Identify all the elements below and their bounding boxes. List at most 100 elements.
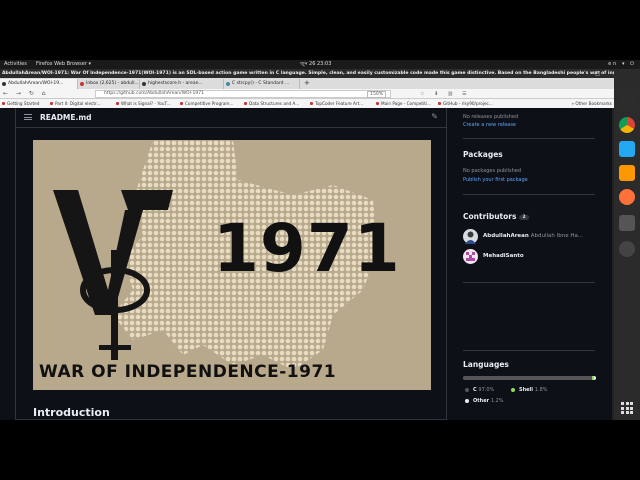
github-icon xyxy=(2,82,6,86)
banner-caption: WAR OF INDEPENDENCE-1971 xyxy=(39,362,337,382)
gnome-top-bar: Activities Firefox Web Browser ▾ জুন 26 … xyxy=(0,60,640,69)
divider xyxy=(463,350,595,351)
bookmark-item[interactable]: GitHub - rlsy90/projec... xyxy=(438,99,493,108)
tab-highestscore[interactable]: highestscore.h - arean... xyxy=(140,79,224,89)
window-title: AbdullahArean/WOI-1971: War Of Independe… xyxy=(0,69,614,78)
grid-dot xyxy=(630,402,633,405)
divider xyxy=(463,138,595,139)
packages-empty-text: No packages published xyxy=(463,168,522,174)
other-bookmarks[interactable]: » Other Bookmarks xyxy=(571,99,612,108)
contributors-count: 2 xyxy=(519,214,529,220)
vscode-icon[interactable] xyxy=(619,141,635,157)
language-percent: 1.2% xyxy=(490,398,504,404)
language-dot-icon xyxy=(465,387,469,392)
bookmark-item[interactable]: Part II: Digital electr... xyxy=(50,99,100,108)
terminal-icon[interactable] xyxy=(619,93,635,109)
gmail-icon xyxy=(80,82,84,86)
bookmark-item[interactable]: Main Page - Competiti... xyxy=(376,99,431,108)
grid-dot xyxy=(625,411,629,414)
tab-label: highestscore.h - arean... xyxy=(148,81,203,86)
language-item[interactable]: C 97.0% xyxy=(465,387,494,393)
contributor-fullname: Abdullah Ibne Ha... xyxy=(530,233,584,239)
bookmark-item[interactable]: Getting Started xyxy=(2,99,39,108)
navigation-bar: ← → ↻ ⌂ https://github.com/AbdullahArean… xyxy=(0,89,614,99)
tab-label: AbdullahArean/WOI-19... xyxy=(8,81,64,86)
avatar[interactable] xyxy=(463,229,478,244)
github-icon xyxy=(142,82,146,86)
ubuntu-icon[interactable] xyxy=(619,241,635,257)
nav-buttons[interactable]: ← → ↻ ⌂ xyxy=(3,89,49,99)
language-bar xyxy=(463,376,596,380)
site-icon xyxy=(226,82,230,86)
zoom-level[interactable]: 150% xyxy=(367,91,386,98)
bookmark-item[interactable]: What is Signal? - YouT... xyxy=(116,99,171,108)
contributor-item[interactable]: AbdullahArean Abdullah Ibne Ha... xyxy=(483,233,583,239)
grid-dot xyxy=(630,406,633,410)
language-bar-segment xyxy=(594,376,596,380)
grid-dot xyxy=(625,406,629,410)
tab-inbox[interactable]: Inbox (2,625) - abdull... xyxy=(78,79,140,89)
bookmark-item[interactable]: TopCoder Feature Art... xyxy=(310,99,363,108)
contributors-title[interactable]: Contributors 2 xyxy=(463,212,529,221)
language-name: Other xyxy=(473,398,491,404)
person-icon xyxy=(465,231,476,244)
show-apps-grid-icon[interactable] xyxy=(621,402,633,414)
publish-package-link[interactable]: Publish your first package xyxy=(463,177,528,183)
avatar[interactable] xyxy=(463,249,478,264)
sublime-icon[interactable] xyxy=(619,165,635,181)
identicon-icon xyxy=(466,252,475,261)
contributor-item[interactable]: MehadiSanto xyxy=(483,253,524,259)
bookmarks-bar: Getting Started Part II: Digital electr.… xyxy=(0,99,614,108)
system-tray[interactable]: en ▾ ⏻ xyxy=(608,60,636,69)
bookmark-item[interactable]: Competitive Program... xyxy=(180,99,233,108)
upload-icon[interactable] xyxy=(619,215,635,231)
outline-list-icon[interactable] xyxy=(24,114,32,120)
language-item[interactable]: Shell 1.8% xyxy=(511,387,547,393)
activities-button[interactable]: Activities xyxy=(4,60,27,69)
bookmark-item[interactable]: Data Structures and A... xyxy=(244,99,299,108)
app-menu[interactable]: Firefox Web Browser ▾ xyxy=(36,60,91,69)
ubuntu-dock xyxy=(614,69,640,420)
url-text: https://github.com/AbdullahArean/WOI-197… xyxy=(104,91,204,96)
url-bar[interactable]: https://github.com/AbdullahArean/WOI-197… xyxy=(95,90,391,98)
tab-label: C strcpy() - C Standard ... xyxy=(232,81,290,86)
releases-empty-text: No releases published xyxy=(463,114,519,120)
grid-dot xyxy=(621,406,624,410)
grid-dot xyxy=(621,402,624,405)
tab-strip: AbdullahArean/WOI-19... Inbox (2,625) - … xyxy=(0,78,614,89)
language-dot-icon xyxy=(511,387,515,392)
desktop-screen: Activities Firefox Web Browser ▾ জুন 26 … xyxy=(0,60,640,420)
repo-sidebar: No releases published Create a new relea… xyxy=(463,108,603,420)
clock[interactable]: জুন 26 23:03 xyxy=(300,60,331,69)
language-percent: 97.0% xyxy=(478,387,495,393)
pencil-edit-icon[interactable]: ✎ xyxy=(431,112,438,121)
language-name: Shell xyxy=(519,387,535,393)
grid-dot xyxy=(630,411,633,414)
tab-label: Inbox (2,625) - abdull... xyxy=(86,81,139,86)
tab-strcpy[interactable]: C strcpy() - C Standard ... xyxy=(224,79,300,89)
game-banner-image: 1971 WAR OF INDEPENDENCE-1971 xyxy=(33,140,431,390)
language-percent: 1.8% xyxy=(534,387,548,393)
language-item[interactable]: Other 1.2% xyxy=(465,398,504,404)
divider xyxy=(463,194,595,195)
readme-filename: README.md xyxy=(40,113,92,122)
introduction-heading: Introduction xyxy=(33,406,110,419)
packages-title[interactable]: Packages xyxy=(463,150,503,159)
readme-panel: README.md ✎ 1971 WAR OF INDEPENDENCE-197… xyxy=(15,108,447,420)
grid-dot xyxy=(625,402,629,405)
contributor-login: MehadiSanto xyxy=(483,253,524,259)
readme-header: README.md ✎ xyxy=(16,108,446,128)
github-page: README.md ✎ 1971 WAR OF INDEPENDENCE-197… xyxy=(0,108,614,420)
grid-dot xyxy=(621,411,624,414)
firefox-icon[interactable] xyxy=(619,189,635,205)
toolbar-icons[interactable]: ☆ ⬇ ▥ ☰ xyxy=(420,89,471,99)
language-bar-segment xyxy=(463,376,592,380)
tab-github[interactable]: AbdullahArean/WOI-19... xyxy=(0,79,78,89)
contributors-label: Contributors xyxy=(463,212,517,221)
banner-year: 1971 xyxy=(213,210,401,287)
contributor-login: AbdullahArean xyxy=(483,233,529,239)
new-tab-button[interactable]: + xyxy=(304,78,310,89)
create-release-link[interactable]: Create a new release xyxy=(463,122,516,128)
languages-title: Languages xyxy=(463,360,509,369)
chrome-icon[interactable] xyxy=(619,117,635,133)
